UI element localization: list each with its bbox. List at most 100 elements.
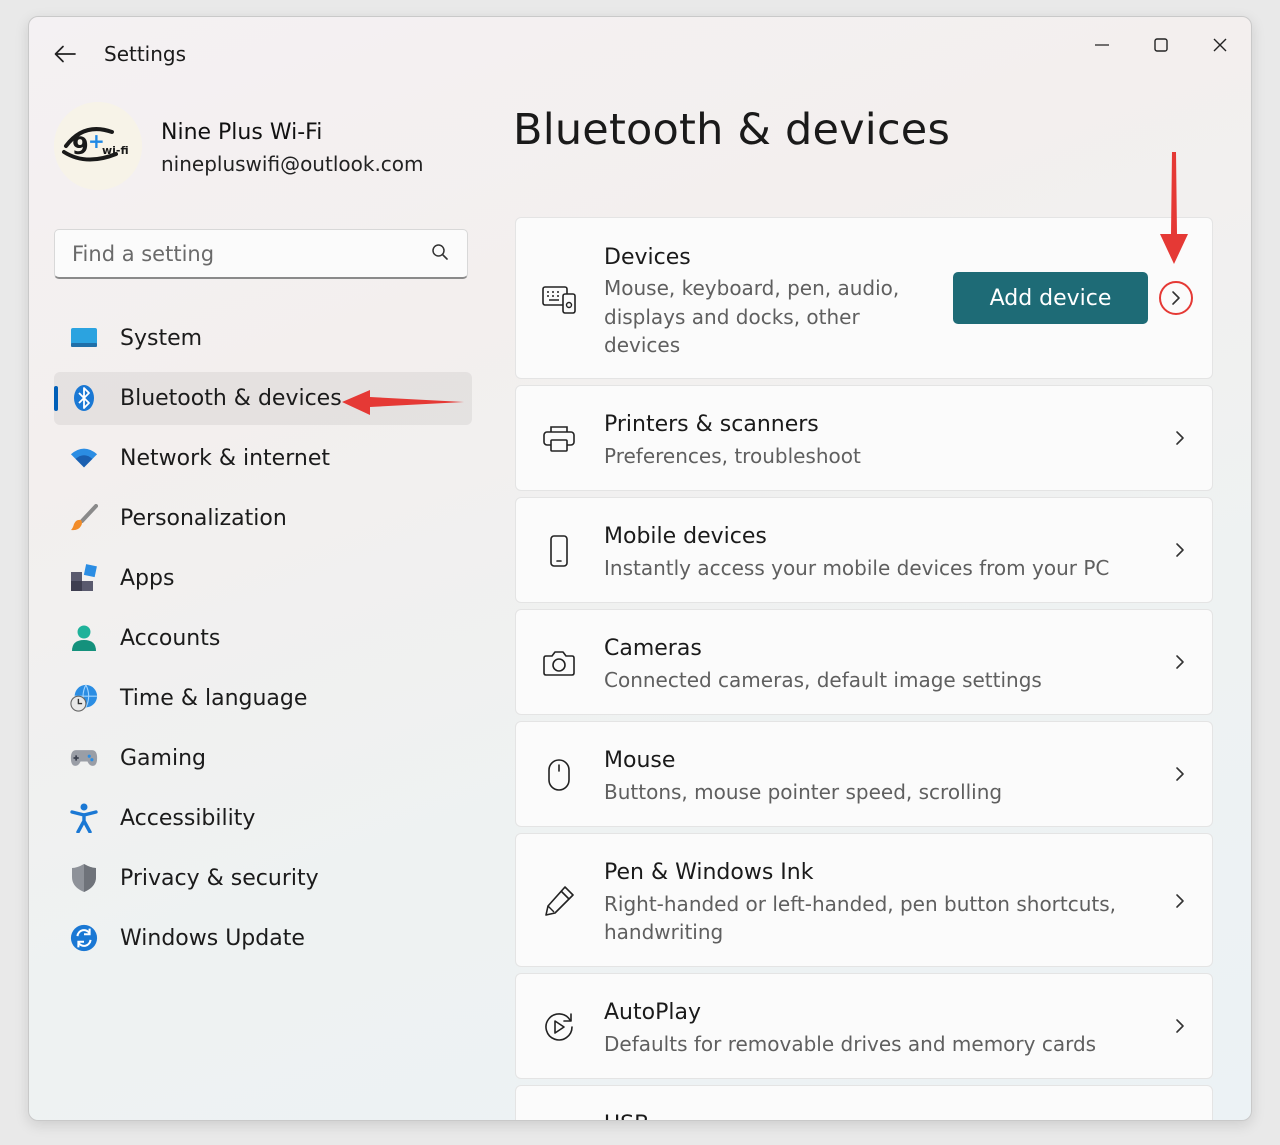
- card-description-line: displays and docks, other: [604, 305, 860, 329]
- profile-name: Nine Plus Wi-Fi: [161, 120, 323, 145]
- chevron-right-icon: [1170, 428, 1190, 448]
- card-mouse[interactable]: Mouse Buttons, mouse pointer speed, scro…: [515, 721, 1213, 827]
- search-box[interactable]: [54, 229, 468, 279]
- sidebar-item-label: Network & internet: [120, 446, 330, 471]
- sidebar-item-label: Time & language: [120, 686, 308, 711]
- sidebar-item-label: System: [120, 326, 203, 351]
- mouse-icon: [542, 758, 576, 792]
- pen-icon: [542, 884, 576, 918]
- card-autoplay[interactable]: AutoPlay Defaults for removable drives a…: [515, 973, 1213, 1079]
- shield-icon: [70, 864, 98, 892]
- brush-icon: [70, 504, 98, 532]
- sidebar-item-label: Apps: [120, 566, 175, 591]
- back-arrow-icon: [54, 45, 76, 63]
- sidebar-item-label: Gaming: [120, 746, 206, 771]
- card-pen-windows-ink[interactable]: Pen & Windows Ink Right-handed or left-h…: [515, 833, 1213, 967]
- chevron-right-icon: [1170, 540, 1190, 560]
- bluetooth-icon: [70, 384, 98, 412]
- back-button[interactable]: [51, 39, 79, 69]
- sidebar-item-label: Accounts: [120, 626, 221, 651]
- sidebar-item-gaming[interactable]: Gaming: [54, 732, 472, 785]
- sidebar-item-windows-update[interactable]: Windows Update: [54, 912, 472, 965]
- card-usb[interactable]: USB: [515, 1085, 1213, 1120]
- keyboard-devices-icon: [542, 282, 576, 316]
- svg-text:wi-fi: wi-fi: [102, 144, 129, 157]
- user-profile[interactable]: 9 + wi-fi Nine Plus Wi-Fi ninepluswifi@o…: [54, 102, 474, 192]
- update-icon: [70, 924, 98, 952]
- sidebar-item-label: Privacy & security: [120, 866, 319, 891]
- card-title: Devices: [604, 245, 691, 270]
- printer-icon: [542, 422, 576, 456]
- app-title: Settings: [104, 42, 187, 66]
- sidebar-item-time-language[interactable]: Time & language: [54, 672, 472, 725]
- sidebar-item-privacy-security[interactable]: Privacy & security: [54, 852, 472, 905]
- chevron-right-icon: [1170, 1016, 1190, 1036]
- selection-indicator: [54, 386, 58, 411]
- card-description-line: Instantly access your mobile devices fro…: [604, 556, 1110, 580]
- sidebar-item-label: Personalization: [120, 506, 287, 531]
- phone-icon: [542, 534, 576, 568]
- card-cameras[interactable]: Cameras Connected cameras, default image…: [515, 609, 1213, 715]
- card-title: Mobile devices: [604, 524, 767, 549]
- close-button[interactable]: [1192, 25, 1248, 65]
- sidebar-item-accessibility[interactable]: Accessibility: [54, 792, 472, 845]
- chevron-right-icon: [1170, 764, 1190, 784]
- chevron-right-icon: [1170, 652, 1190, 672]
- card-title: Cameras: [604, 636, 702, 661]
- card-title: Mouse: [604, 748, 676, 773]
- maximize-icon: [1154, 38, 1168, 52]
- system-icon: [70, 324, 98, 352]
- card-description-line: devices: [604, 333, 681, 357]
- chevron-right-icon: [1172, 291, 1180, 305]
- search-icon: [432, 244, 448, 260]
- sidebar-item-personalization[interactable]: Personalization: [54, 492, 472, 545]
- card-mobile-devices[interactable]: Mobile devices Instantly access your mob…: [515, 497, 1213, 603]
- title-bar: Settings: [29, 17, 1251, 87]
- gamepad-icon: [70, 744, 98, 772]
- camera-icon: [542, 646, 576, 680]
- wifi-icon: [70, 444, 98, 472]
- person-icon: [70, 624, 98, 652]
- card-title: Pen & Windows Ink: [604, 860, 814, 885]
- card-title: USB: [604, 1112, 649, 1120]
- sidebar-item-bluetooth-devices[interactable]: Bluetooth & devices: [54, 372, 472, 425]
- card-description-line: Connected cameras, default image setting…: [604, 668, 1042, 692]
- page-title: Bluetooth & devices: [513, 105, 951, 155]
- card-printers-scanners[interactable]: Printers & scanners Preferences, trouble…: [515, 385, 1213, 491]
- search-input[interactable]: [70, 238, 414, 270]
- expand-devices-button[interactable]: [1159, 281, 1193, 315]
- chevron-right-icon: [1170, 891, 1190, 911]
- svg-text:9: 9: [72, 132, 89, 160]
- profile-email: ninepluswifi@outlook.com: [161, 152, 424, 176]
- card-title: Printers & scanners: [604, 412, 819, 437]
- settings-window: Settings 9 + wi-fi Nine Plus Wi-Fi ninep…: [28, 16, 1252, 1121]
- settings-card-list: Devices Mouse, keyboard, pen, audio, dis…: [515, 217, 1213, 1120]
- autoplay-icon: [542, 1010, 576, 1044]
- card-description-line: Right-handed or left-handed, pen button …: [604, 892, 1117, 916]
- card-description-line: Defaults for removable drives and memory…: [604, 1032, 1097, 1056]
- maximize-button[interactable]: [1133, 25, 1189, 65]
- sidebar-item-system[interactable]: System: [54, 312, 472, 365]
- card-description-line: Buttons, mouse pointer speed, scrolling: [604, 780, 1003, 804]
- minimize-icon: [1095, 44, 1109, 46]
- minimize-button[interactable]: [1074, 25, 1130, 65]
- apps-icon: [70, 564, 98, 592]
- sidebar-item-label: Accessibility: [120, 806, 256, 831]
- sidebar-item-apps[interactable]: Apps: [54, 552, 472, 605]
- card-title: AutoPlay: [604, 1000, 701, 1025]
- avatar[interactable]: 9 + wi-fi: [54, 102, 142, 190]
- sidebar-nav: System Bluetooth & devices Network & int…: [54, 312, 472, 972]
- sidebar-item-accounts[interactable]: Accounts: [54, 612, 472, 665]
- globe-clock-icon: [70, 684, 98, 712]
- card-description-line: handwriting: [604, 920, 724, 944]
- sidebar-item-network[interactable]: Network & internet: [54, 432, 472, 485]
- card-devices[interactable]: Devices Mouse, keyboard, pen, audio, dis…: [515, 217, 1213, 379]
- nine-plus-wifi-logo: 9 + wi-fi: [54, 102, 142, 190]
- card-description-line: Mouse, keyboard, pen, audio,: [604, 276, 900, 300]
- accessibility-icon: [70, 803, 98, 833]
- sidebar-item-label: Bluetooth & devices: [120, 386, 342, 411]
- sidebar-item-label: Windows Update: [120, 926, 305, 951]
- card-description-line: Preferences, troubleshoot: [604, 444, 861, 468]
- add-device-button[interactable]: Add device: [953, 272, 1148, 324]
- close-icon: [1213, 38, 1227, 52]
